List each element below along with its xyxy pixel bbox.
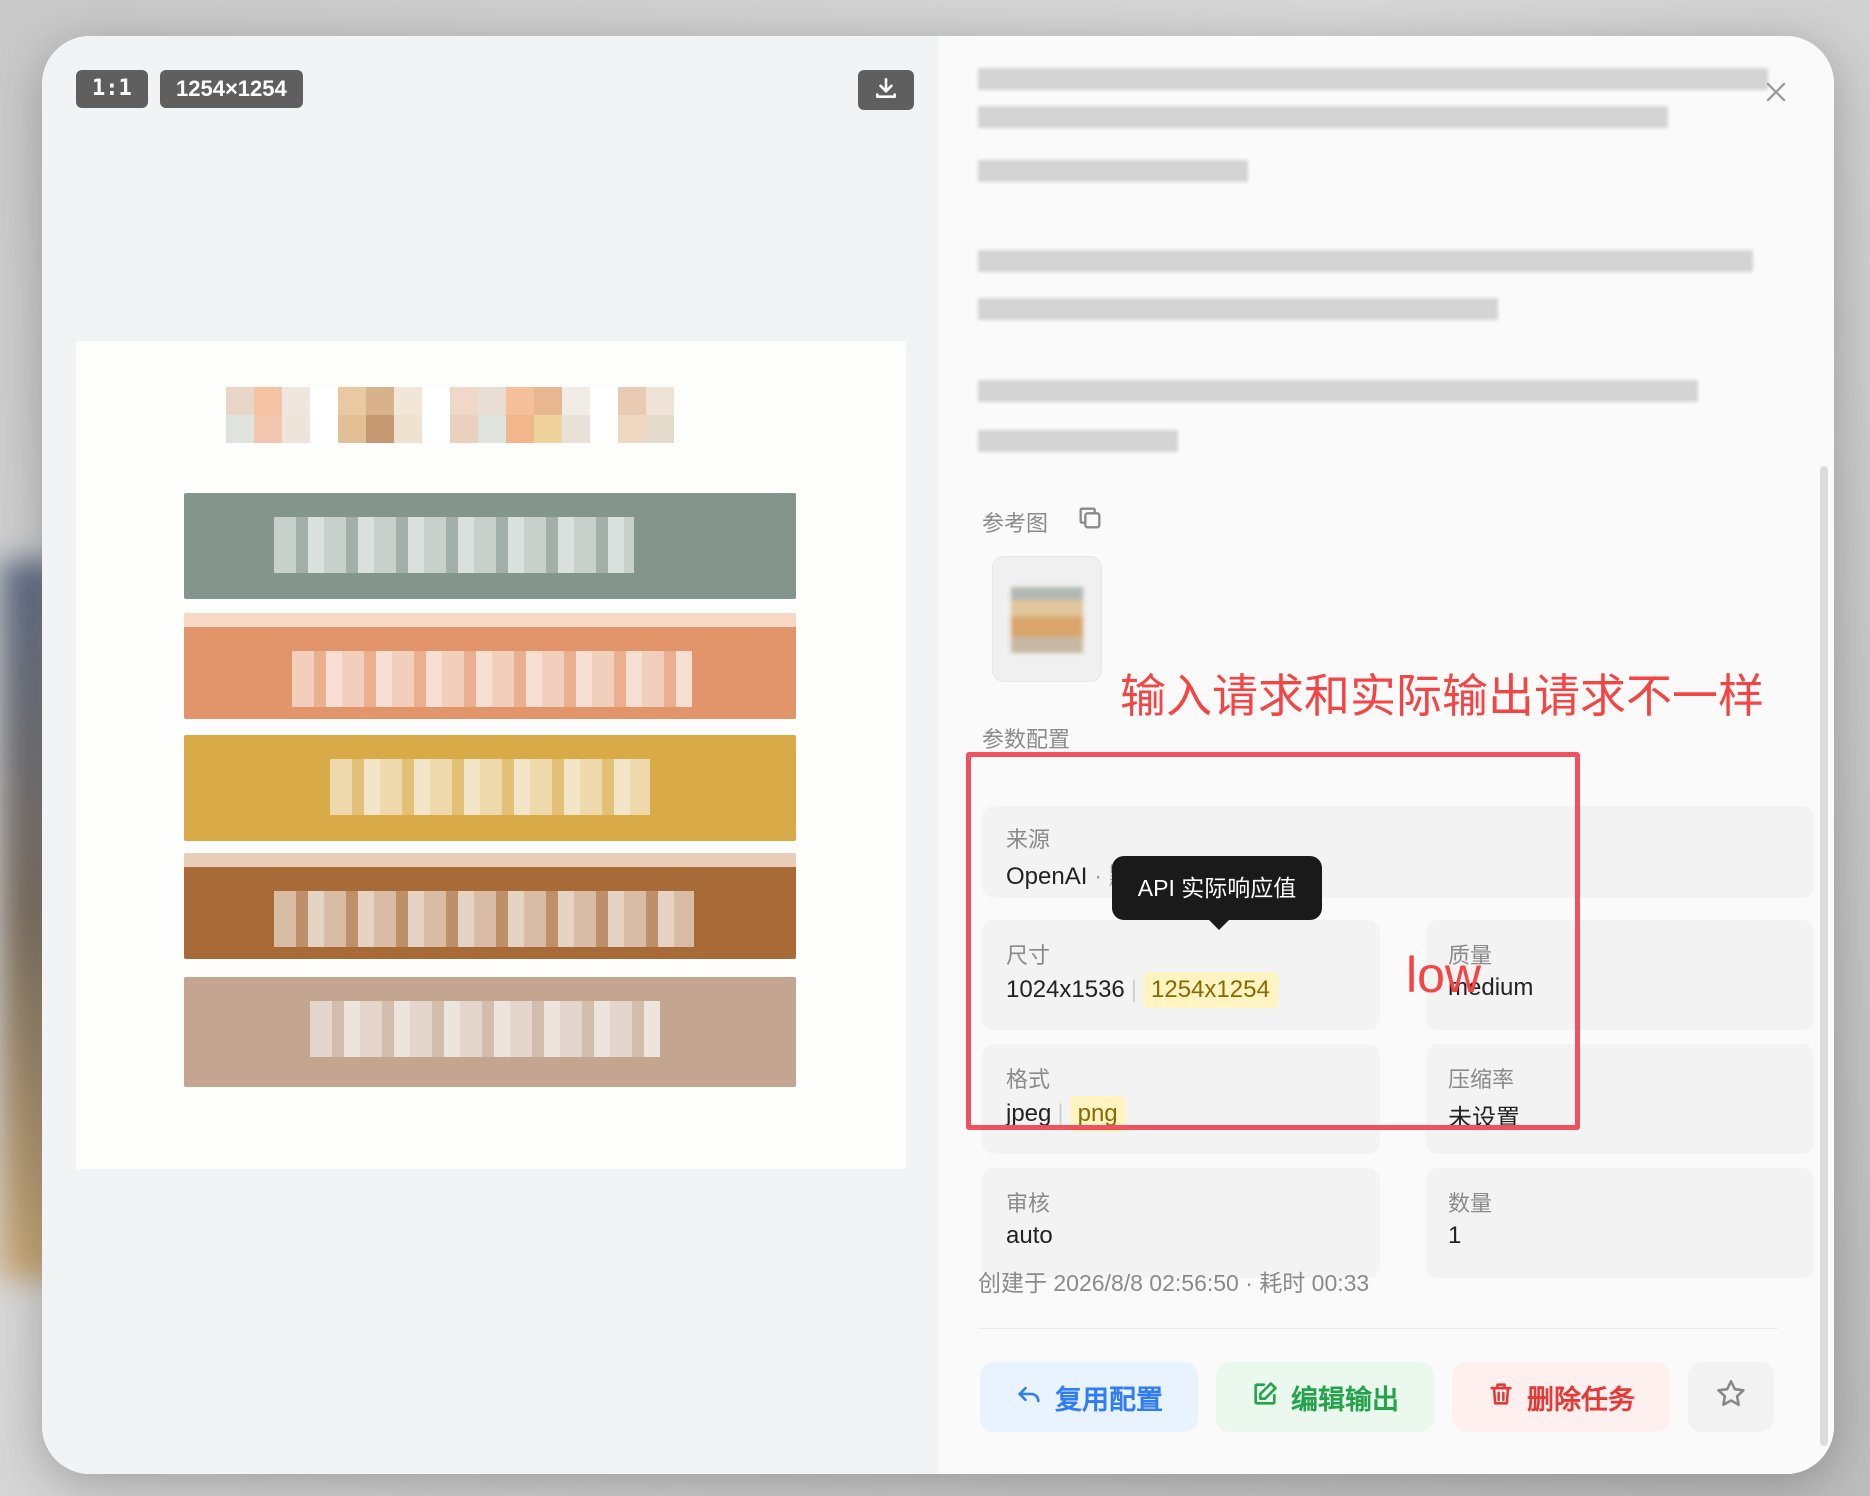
- params-section-label: 参数配置: [982, 727, 1071, 752]
- delete-task-label: 删除任务: [1527, 1384, 1635, 1415]
- task-meta: 创建于 2026/8/8 02:56:50 · 耗时 00:33: [978, 1270, 1370, 1296]
- reuse-config-label: 复用配置: [1055, 1384, 1163, 1415]
- edit-output-label: 编辑输出: [1291, 1384, 1399, 1415]
- close-button[interactable]: [1758, 76, 1794, 112]
- prompt-text-blur: [978, 106, 1668, 128]
- image-title-blur: [226, 387, 674, 415]
- image-preview-pane: 1:1 1254×1254: [42, 36, 938, 1474]
- image-band-1: [184, 493, 796, 599]
- delete-task-button[interactable]: 删除任务: [1452, 1362, 1670, 1432]
- zoom-ratio-chip[interactable]: 1:1: [76, 70, 148, 108]
- prompt-text-blur: [978, 380, 1698, 402]
- scrollbar[interactable]: [1820, 466, 1828, 1446]
- download-icon: [873, 75, 899, 106]
- prompt-text-blur: [978, 430, 1178, 452]
- annotation-quality-low: low: [1406, 947, 1482, 1003]
- api-response-tooltip: API 实际响应值: [1112, 856, 1322, 930]
- image-band-4: [184, 853, 796, 959]
- trash-icon: [1487, 1380, 1515, 1415]
- close-icon: [1762, 78, 1790, 111]
- image-title-blur-2: [226, 415, 674, 443]
- reference-image-thumbnail[interactable]: [992, 556, 1102, 682]
- generated-image: [76, 341, 906, 1169]
- param-card-count: [1426, 1168, 1814, 1278]
- reply-arrow-icon: [1015, 1380, 1043, 1415]
- annotation-highlight-box: [966, 752, 1580, 1130]
- prompt-text-blur: [978, 68, 1768, 90]
- image-dimensions-chip: 1254×1254: [160, 70, 303, 108]
- download-button[interactable]: [858, 70, 914, 110]
- prompt-text-blur: [978, 298, 1498, 320]
- moderation-value: auto: [1006, 1222, 1053, 1249]
- favorite-button[interactable]: [1688, 1362, 1774, 1432]
- annotation-mismatch-note: 输入请求和实际输出请求不一样: [1120, 670, 1764, 722]
- prompt-text-blur: [978, 250, 1753, 272]
- edit-output-button[interactable]: 编辑输出: [1216, 1362, 1434, 1432]
- moderation-label: 审核: [1006, 1191, 1051, 1216]
- prompt-text-blur: [978, 160, 1248, 182]
- star-icon: [1714, 1377, 1748, 1418]
- reuse-config-button[interactable]: 复用配置: [980, 1362, 1198, 1432]
- reference-image-label: 参考图: [982, 511, 1049, 536]
- count-value: 1: [1448, 1222, 1462, 1249]
- image-band-5: [184, 977, 796, 1087]
- copy-icon[interactable]: [1076, 504, 1104, 537]
- image-band-2: [184, 613, 796, 719]
- count-label: 数量: [1448, 1191, 1493, 1216]
- image-band-3: [184, 735, 796, 841]
- edit-icon: [1251, 1380, 1279, 1415]
- footer-divider: [978, 1328, 1778, 1329]
